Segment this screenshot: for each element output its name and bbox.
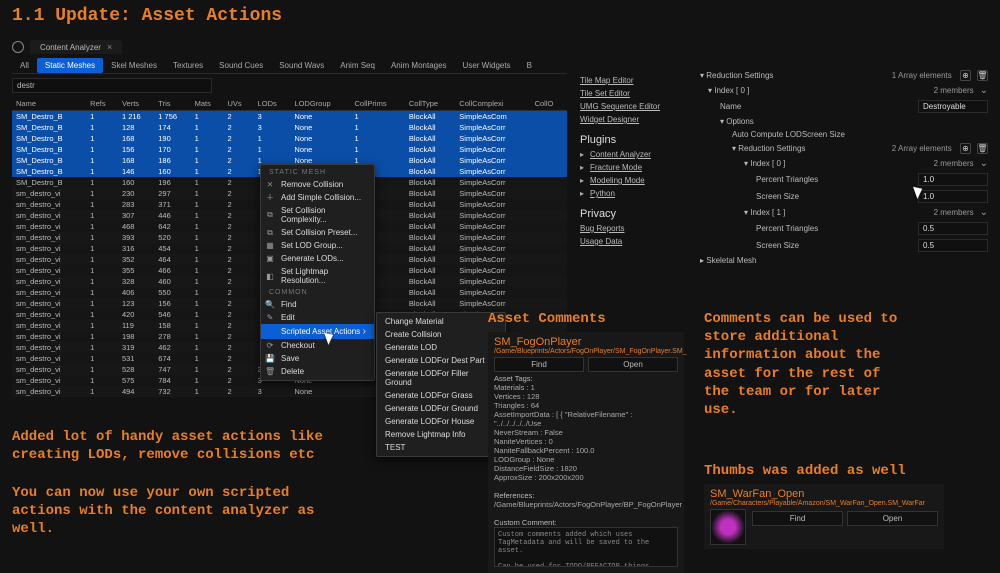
asset-tooltip-thumb: SM_WarFan_Open /Game/Characters/Playable…: [704, 484, 944, 549]
link[interactable]: Python: [580, 189, 660, 198]
filter-all[interactable]: All: [12, 58, 37, 73]
ctx-sub-item[interactable]: Generate LODFor Dest Part: [377, 354, 505, 367]
table-row[interactable]: SM_Destro_B1168190121None1BlockAllSimple…: [12, 133, 567, 144]
open-button[interactable]: Open: [588, 357, 678, 372]
asset-path: /Game/Blueprints/Actors/FogOnPlayer/SM_F…: [494, 348, 678, 355]
col-tris[interactable]: Tris: [154, 97, 190, 111]
col-name[interactable]: Name: [12, 97, 86, 111]
filter-b[interactable]: B: [519, 58, 540, 73]
asset-tooltip-comments: SM_FogOnPlayer /Game/Blueprints/Actors/F…: [488, 332, 684, 573]
link[interactable]: UMG Sequence Editor: [580, 102, 660, 111]
table-row[interactable]: SM_Destro_B1128174123None1BlockAllSimple…: [12, 122, 567, 133]
page-title: 1.1 Update: Asset Actions: [12, 6, 282, 28]
caption-2: You can now use your own scripted action…: [12, 484, 314, 539]
ue-logo-icon: [12, 41, 24, 53]
context-submenu-scripted[interactable]: Change MaterialCreate CollisionGenerate …: [376, 312, 506, 457]
col-uvs[interactable]: UVs: [224, 97, 254, 111]
ctx-sub-item[interactable]: Remove Lightmap Info: [377, 428, 505, 441]
filter-user-widgets[interactable]: User Widgets: [455, 58, 519, 73]
add-icon[interactable]: ⊕: [960, 70, 971, 81]
col-collprims[interactable]: CollPrims: [350, 97, 404, 111]
ctx-sub-item[interactable]: Generate LOD: [377, 341, 505, 354]
find-button[interactable]: Find: [752, 511, 843, 526]
link[interactable]: Usage Data: [580, 237, 660, 246]
filter-anim-montages[interactable]: Anim Montages: [383, 58, 455, 73]
comment-textarea[interactable]: Custom comments added which uses TagMeta…: [494, 527, 678, 567]
filter-bar: AllStatic MeshesSkel MeshesTexturesSound…: [12, 58, 567, 74]
link[interactable]: Modeling Mode: [580, 176, 660, 185]
asset-path: /Game/Characters/Playable/Amazon/SM_WarF…: [710, 500, 938, 507]
ctx-item[interactable]: ▦Set LOD Group...: [261, 239, 374, 252]
caption-1: Added lot of handy asset actions like cr…: [12, 428, 323, 464]
heading-asset-comments: Asset Comments: [488, 310, 606, 328]
search-input[interactable]: [12, 78, 212, 93]
tab-content-analyzer[interactable]: Content Analyzer ×: [30, 40, 122, 54]
filter-skel-meshes[interactable]: Skel Meshes: [103, 58, 165, 73]
ctx-item[interactable]: ▣Generate LODs...: [261, 252, 374, 265]
ctx-sub-item[interactable]: Create Collision: [377, 328, 505, 341]
ctx-item[interactable]: 💾Save: [261, 352, 374, 365]
ctx-item[interactable]: Scripted Asset Actions: [261, 324, 374, 339]
col-collo[interactable]: CollO: [531, 97, 567, 111]
filter-textures[interactable]: Textures: [165, 58, 211, 73]
ctx-item[interactable]: ＋Add Simple Collision...: [261, 191, 374, 204]
ctx-item[interactable]: ⟳Checkout: [261, 339, 374, 352]
link[interactable]: Tile Set Editor: [580, 89, 660, 98]
table-row[interactable]: SM_Destro_B1156170121None1BlockAllSimple…: [12, 144, 567, 155]
link[interactable]: Tile Map Editor: [580, 76, 660, 85]
open-button[interactable]: Open: [847, 511, 938, 526]
editor-links: Tile Map Editor Tile Set Editor UMG Sequen…: [580, 72, 660, 250]
ctx-item[interactable]: ✎Edit: [261, 311, 374, 324]
trash-icon[interactable]: 🗑: [977, 143, 988, 154]
caption-5: Thumbs was added as well: [704, 462, 906, 480]
filter-sound-cues[interactable]: Sound Cues: [211, 58, 271, 73]
context-menu-static-mesh[interactable]: STATIC MESH⨯Remove Collision＋Add Simple …: [260, 164, 375, 381]
asset-thumbnail: [710, 509, 746, 545]
name-field[interactable]: Destroyable: [918, 100, 988, 113]
reduction-settings-panel: ▾ Reduction Settings1 Array elements ⊕🗑 …: [696, 68, 992, 267]
close-icon[interactable]: ×: [107, 42, 112, 52]
ctx-item[interactable]: ⨯Remove Collision: [261, 178, 374, 191]
ctx-sub-item[interactable]: Generate LODFor House: [377, 415, 505, 428]
ctx-sub-item[interactable]: Generate LODFor Filler Ground: [377, 367, 505, 389]
col-collcomplexi[interactable]: CollComplexi: [455, 97, 530, 111]
filter-sound-wavs[interactable]: Sound Wavs: [271, 58, 332, 73]
filter-static-meshes[interactable]: Static Meshes: [37, 58, 103, 73]
ctx-sub-item[interactable]: Generate LODFor Grass: [377, 389, 505, 402]
add-icon[interactable]: ⊕: [960, 143, 971, 154]
asset-name: SM_WarFan_Open: [710, 488, 938, 500]
ctx-item[interactable]: ⧉Set Collision Preset...: [261, 226, 374, 239]
ctx-item[interactable]: ◧Set Lightmap Resolution...: [261, 265, 374, 287]
col-lodgroup[interactable]: LODGroup: [290, 97, 350, 111]
table-row[interactable]: SM_Destro_B11 2161 756123None1BlockAllSi…: [12, 111, 567, 123]
caption-4: Comments can be used to store additional…: [704, 310, 897, 419]
col-refs[interactable]: Refs: [86, 97, 118, 111]
col-verts[interactable]: Verts: [118, 97, 154, 111]
link[interactable]: Bug Reports: [580, 224, 660, 233]
ctx-sub-item[interactable]: TEST: [377, 441, 505, 454]
col-colltype[interactable]: CollType: [405, 97, 455, 111]
link[interactable]: Fracture Mode: [580, 163, 660, 172]
filter-anim-seq[interactable]: Anim Seq: [332, 58, 383, 73]
link[interactable]: Content Analyzer: [580, 150, 660, 159]
col-lods[interactable]: LODs: [254, 97, 291, 111]
link[interactable]: Widget Designer: [580, 115, 660, 124]
trash-icon[interactable]: 🗑: [977, 70, 988, 81]
ctx-sub-item[interactable]: Change Material: [377, 315, 505, 328]
ctx-item[interactable]: 🗑Delete: [261, 365, 374, 378]
tab-label: Content Analyzer: [40, 43, 101, 52]
ctx-item[interactable]: ⧉Set Collision Complexity...: [261, 204, 374, 226]
asset-name: SM_FogOnPlayer: [494, 336, 678, 348]
col-mats[interactable]: Mats: [191, 97, 224, 111]
ctx-sub-item[interactable]: Generate LODFor Ground: [377, 402, 505, 415]
find-button[interactable]: Find: [494, 357, 584, 372]
ctx-item[interactable]: 🔍Find: [261, 298, 374, 311]
